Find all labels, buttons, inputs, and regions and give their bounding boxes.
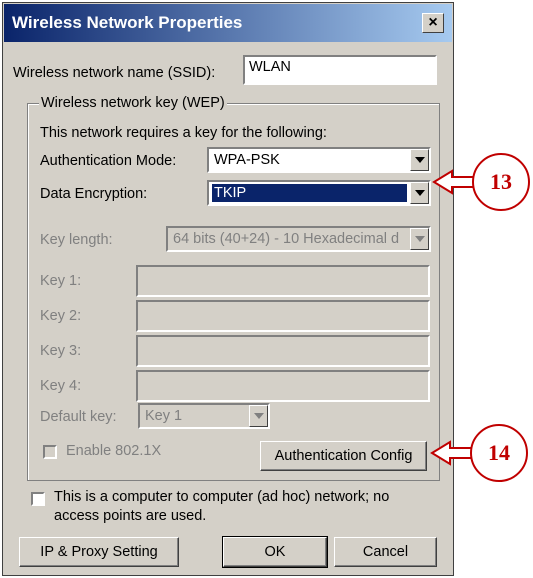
callout-arrows	[430, 169, 475, 466]
arrow-14	[430, 440, 473, 466]
callout-14: 14	[470, 424, 528, 482]
arrow-13	[432, 169, 475, 195]
callout-13: 13	[472, 153, 530, 211]
